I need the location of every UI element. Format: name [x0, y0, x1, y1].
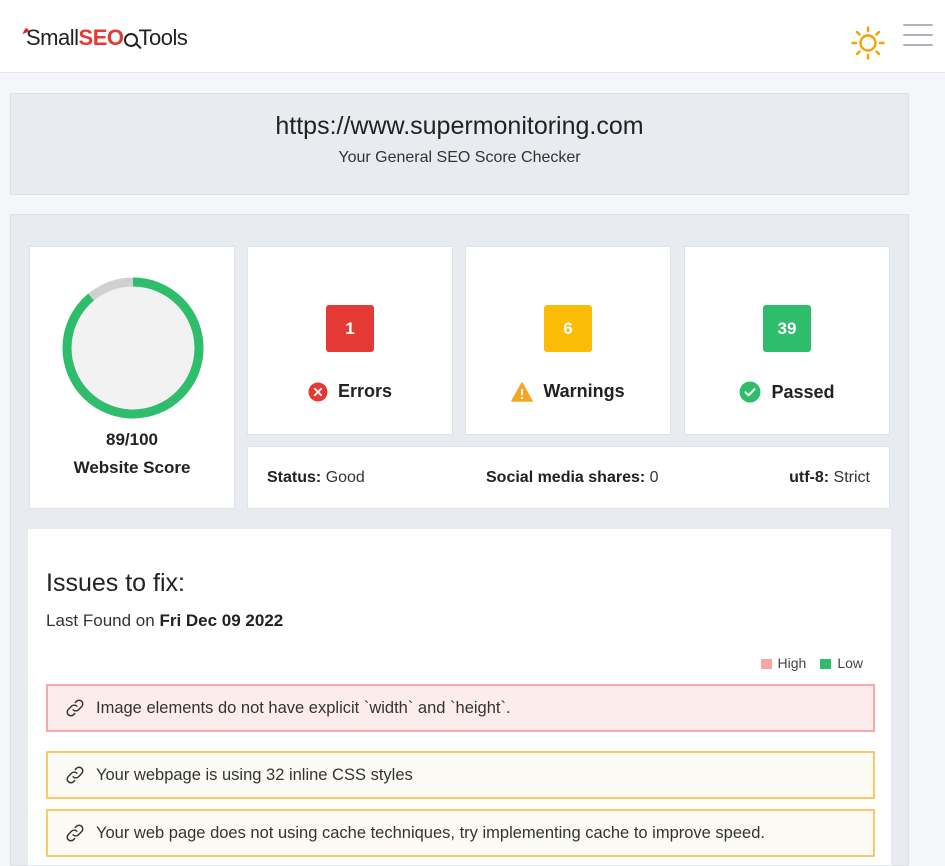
legend-high-swatch [760, 659, 772, 670]
errors-label: Errors [337, 381, 393, 401]
last-found-date: Fri Dec 09 2022 [159, 611, 284, 630]
check-circle-icon [739, 381, 761, 403]
score-value: 89/100 [106, 430, 158, 449]
error-x-icon [308, 382, 328, 401]
warnings-label: Warnings [543, 381, 625, 401]
passed-count-badge: 39 [763, 305, 811, 352]
issue-text: Image elements do not have explicit `wid… [96, 698, 511, 717]
url-header: https://www.supermonitoring.com Your Gen… [10, 93, 909, 195]
santa-hat-icon [22, 26, 30, 35]
logo-seo-text: SEO [78, 25, 124, 50]
legend-low-label: Low [837, 655, 863, 671]
severity-legend: High Low [760, 655, 863, 671]
page-subtitle: Your General SEO Score Checker [338, 149, 581, 166]
score-ring [62, 277, 204, 419]
sun-icon[interactable] [851, 26, 885, 60]
link-icon [66, 824, 84, 842]
legend-low-swatch [820, 659, 832, 670]
score-label: Website Score [73, 458, 191, 477]
charset-label: utf-8: [789, 469, 830, 486]
social-shares-label: Social media shares: [486, 469, 646, 486]
issue-item[interactable]: Your webpage is using 32 inline CSS styl… [46, 751, 875, 799]
errors-card[interactable]: 1 Errors [247, 246, 453, 435]
status-value: Good [325, 469, 365, 486]
site-logo[interactable]: SmallSEO Tools [20, 22, 188, 54]
link-icon [66, 766, 84, 784]
passed-label: Passed [771, 381, 835, 402]
issues-card: Issues to fix: Last Found on Fri Dec 09 … [27, 528, 892, 866]
warnings-card[interactable]: 6 Warnings [465, 246, 671, 435]
checked-url: https://www.supermonitoring.com [275, 112, 644, 140]
social-shares-info: Social media shares: 0 [486, 469, 659, 487]
legend-high-label: High [777, 655, 807, 671]
warnings-count-badge: 6 [544, 305, 592, 352]
issue-item[interactable]: Your web page does not using cache techn… [46, 809, 875, 857]
link-icon [66, 699, 84, 717]
top-navbar: SmallSEO Tools [0, 0, 945, 73]
legend-high: High [760, 655, 807, 671]
status-label: Status: [267, 469, 322, 486]
warning-triangle-icon [511, 381, 534, 402]
last-found: Last Found on Fri Dec 09 2022 [46, 611, 283, 631]
status-info: Status: Good [267, 469, 365, 487]
website-score-card: 89/100 Website Score [29, 246, 235, 509]
social-shares-value: 0 [649, 469, 659, 486]
logo-small-text: Small [26, 25, 79, 50]
hamburger-menu-icon[interactable] [903, 24, 933, 48]
magnifier-icon [124, 33, 139, 47]
issue-item[interactable]: Image elements do not have explicit `wid… [46, 684, 875, 732]
last-found-prefix: Last Found on [46, 611, 155, 630]
passed-card[interactable]: 39 Passed [684, 246, 890, 435]
status-info-bar: Status: Good Social media shares: 0 utf-… [247, 446, 890, 509]
legend-low: Low [820, 655, 863, 671]
issue-text: Your webpage is using 32 inline CSS styl… [96, 765, 413, 784]
errors-count-badge: 1 [326, 305, 374, 352]
issues-title: Issues to fix: [46, 569, 185, 597]
charset-info: utf-8: Strict [789, 469, 870, 487]
issue-text: Your web page does not using cache techn… [96, 823, 765, 842]
charset-value: Strict [833, 469, 870, 486]
logo-tools-text: Tools [138, 25, 188, 50]
